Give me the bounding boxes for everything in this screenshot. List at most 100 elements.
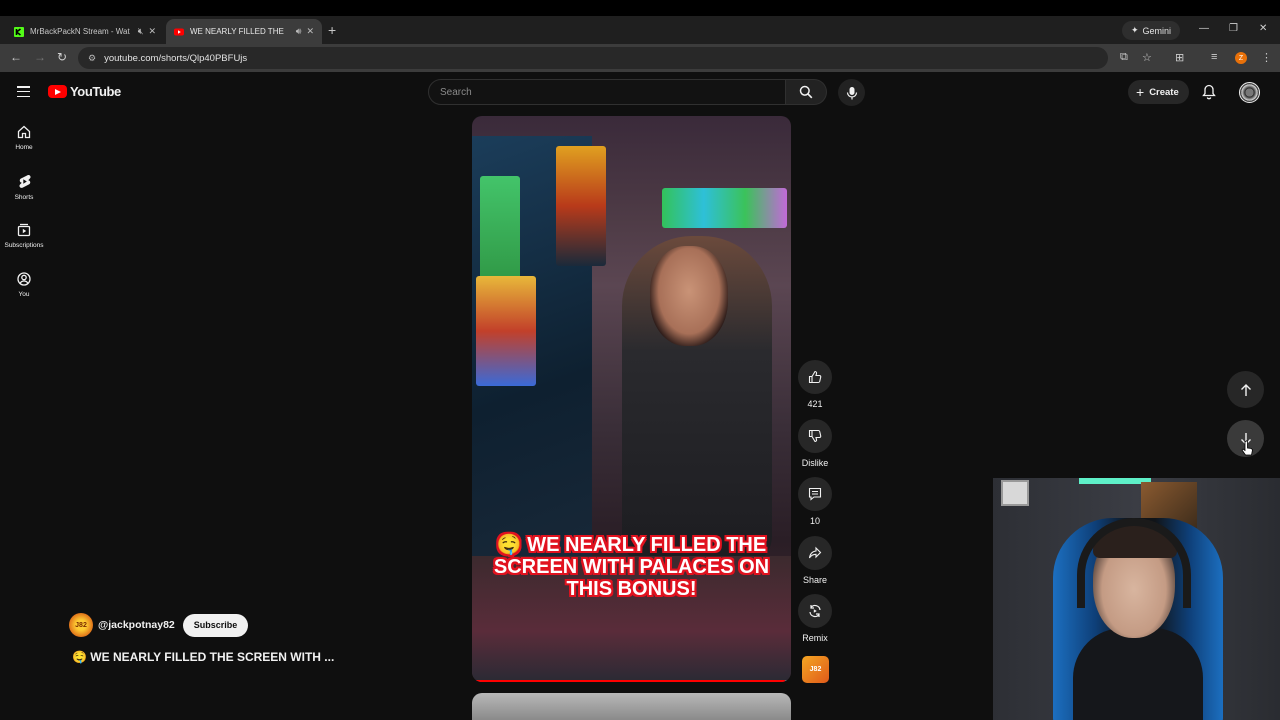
new-tab-button[interactable]: + <box>328 22 336 38</box>
youtube-header: YouTube + Create <box>0 72 1280 114</box>
share-button[interactable] <box>798 535 832 570</box>
browser-tab-bar: MrBackPackN Stream - Wat 🔇︎ ✕ WE NEARLY … <box>0 16 1280 44</box>
comments-action: 10 <box>796 477 834 536</box>
channel-info: J82 @jackpotnay82 Subscribe <box>69 613 249 637</box>
subscribe-button[interactable]: Subscribe <box>182 613 249 637</box>
remix-button[interactable] <box>798 594 832 629</box>
url-text: youtube.com/shorts/Qlp40PBFUjs <box>104 52 248 64</box>
shorts-icon <box>18 174 31 188</box>
home-icon <box>17 125 31 139</box>
thumbs-down-icon <box>808 429 822 442</box>
dislike-button[interactable] <box>798 418 832 453</box>
webcam-picture-frame <box>1001 480 1029 506</box>
reload-icon[interactable]: ↻ <box>57 50 67 64</box>
kick-favicon-icon <box>14 26 24 37</box>
share-action: Share <box>796 535 834 595</box>
mouse-pointer-icon <box>1241 440 1253 456</box>
webcam-streamer-body <box>1073 628 1203 720</box>
subscriptions-icon <box>17 223 31 237</box>
nav-item-subscriptions[interactable]: Subscriptions <box>0 212 48 261</box>
forward-arrow-icon[interactable]: → <box>34 50 46 64</box>
channel-avatar[interactable]: J82 <box>69 613 93 637</box>
video-progress-bar[interactable] <box>472 680 791 682</box>
caption-text: WE NEARLY FILLED THE SCREEN WITH PALACES… <box>493 534 770 600</box>
like-button[interactable] <box>798 360 832 394</box>
next-short-preview[interactable] <box>472 693 791 720</box>
search-button[interactable] <box>786 79 827 105</box>
previous-short-button[interactable] <box>1227 371 1264 408</box>
search-icon <box>799 85 813 99</box>
search-input[interactable] <box>428 79 786 105</box>
nav-label: Shorts <box>14 194 34 201</box>
notifications-bell-icon[interactable] <box>1202 84 1216 100</box>
nav-item-home[interactable]: Home <box>0 114 48 163</box>
plus-icon: + <box>1136 84 1145 100</box>
tab-title: WE NEARLY FILLED THE <box>190 27 284 36</box>
address-bar-row: ← → ↻ ⚙ youtube.com/shorts/Qlp40PBFUjs ⧉… <box>0 44 1280 72</box>
video-caption-overlay: 🤤 WE NEARLY FILLED THE SCREEN WITH PALAC… <box>478 534 785 600</box>
comment-icon <box>808 488 822 501</box>
youtube-logo[interactable]: YouTube <box>48 84 121 99</box>
profile-avatar[interactable]: Z <box>1235 52 1247 64</box>
caption-emoji: 🤤 <box>496 534 522 556</box>
speaker-icon[interactable]: 🔊︎ <box>296 26 302 37</box>
youtube-favicon-icon <box>174 28 184 35</box>
gemini-button[interactable]: ✦ Gemini <box>1122 21 1181 40</box>
url-field[interactable]: ⚙ youtube.com/shorts/Qlp40PBFUjs <box>78 47 1108 69</box>
close-tab-icon[interactable]: ✕ <box>306 26 314 37</box>
video-slot-tower <box>556 146 606 266</box>
microphone-icon <box>846 86 857 99</box>
nav-item-you[interactable]: You <box>0 261 48 310</box>
restore-icon[interactable]: ❐ <box>1229 23 1238 34</box>
nav-item-shorts[interactable]: Shorts <box>0 163 48 212</box>
thumbs-up-icon <box>808 370 822 384</box>
video-person-face <box>650 246 728 346</box>
muted-speaker-icon[interactable]: 🔇︎ <box>138 26 144 37</box>
bookmark-star-icon[interactable]: ☆ <box>1142 51 1152 64</box>
nav-label: Subscriptions <box>4 242 44 249</box>
tab-kick-stream[interactable]: MrBackPackN Stream - Wat 🔇︎ ✕ <box>6 19 164 44</box>
video-progress-fill <box>472 680 785 682</box>
minimize-icon[interactable]: — <box>1199 23 1209 34</box>
channel-handle[interactable]: @jackpotnay82 <box>98 619 175 631</box>
close-window-icon[interactable]: ✕ <box>1259 23 1267 34</box>
hamburger-menu-icon[interactable] <box>17 86 30 98</box>
short-video-player[interactable]: 🤤 WE NEARLY FILLED THE SCREEN WITH PALAC… <box>472 116 791 682</box>
share-arrow-icon <box>808 546 822 559</box>
kebab-menu-icon[interactable]: ⋮ <box>1261 51 1272 64</box>
streamer-webcam-overlay <box>993 478 1280 720</box>
close-tab-icon[interactable]: ✕ <box>148 26 156 37</box>
comments-button[interactable] <box>798 477 832 512</box>
extensions-icon[interactable]: ⊞ <box>1175 51 1184 64</box>
nav-label: You <box>18 291 30 298</box>
short-title[interactable]: 🤤 WE NEARLY FILLED THE SCREEN WITH ... <box>72 650 334 664</box>
media-control-icon[interactable]: ≡ <box>1211 51 1217 63</box>
share-label: Share <box>802 574 828 585</box>
nav-label: Home <box>15 144 33 151</box>
back-arrow-icon[interactable]: ← <box>10 50 22 64</box>
like-count: 421 <box>807 399 823 409</box>
create-button[interactable]: + Create <box>1128 80 1189 104</box>
dislike-label: Dislike <box>801 457 829 468</box>
account-avatar[interactable] <box>1239 82 1260 103</box>
arrow-up-icon <box>1240 383 1251 396</box>
comment-count: 10 <box>809 516 820 527</box>
remix-label: Remix <box>802 633 828 644</box>
you-icon <box>17 272 31 286</box>
channel-thumbnail[interactable]: J82 <box>802 656 829 683</box>
dislike-action: Dislike <box>796 418 834 478</box>
tab-youtube-short[interactable]: WE NEARLY FILLED THE 🔊︎ ✕ <box>166 19 322 44</box>
left-nav: Home Shorts Subscriptions You <box>0 114 48 310</box>
voice-search-button[interactable] <box>838 79 865 106</box>
logo-text: YouTube <box>70 84 121 99</box>
install-app-icon[interactable]: ⧉ <box>1120 51 1128 64</box>
like-action: 421 <box>796 360 834 419</box>
video-slot-row <box>662 188 787 228</box>
site-info-icon[interactable]: ⚙ <box>88 53 96 64</box>
short-actions: 421 Dislike 10 Share Remix <box>796 360 834 653</box>
sparkle-icon: ✦ <box>1131 25 1139 35</box>
top-strip <box>0 0 1280 16</box>
gemini-label: Gemini <box>1142 25 1172 36</box>
remix-icon <box>809 605 821 618</box>
remix-action: Remix <box>796 594 834 653</box>
